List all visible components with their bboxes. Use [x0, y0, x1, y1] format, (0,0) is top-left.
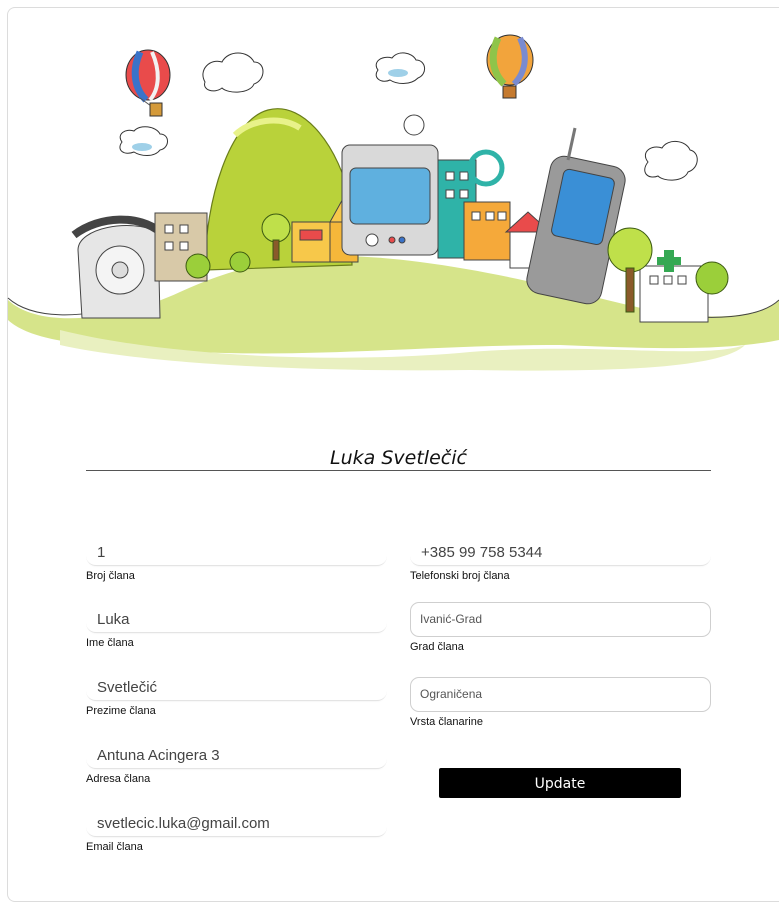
- phone-label: Telefonski broj člana: [410, 570, 510, 582]
- city-input[interactable]: Ivanić-Grad: [410, 602, 711, 637]
- member-number-label: Broj člana: [86, 570, 135, 582]
- first-name-label: Ime člana: [86, 637, 134, 649]
- tree-3: [695, 261, 729, 295]
- tree-1: [261, 213, 291, 243]
- building-orange: [463, 201, 511, 261]
- address-label: Adresa člana: [86, 773, 151, 785]
- email-label: Email člana: [86, 841, 143, 853]
- last-name-label: Prezime člana: [86, 705, 156, 717]
- town-illustration: [7, 34, 779, 371]
- cloud-1: [202, 52, 264, 93]
- member-number-group: 1 Broj člana: [86, 540, 387, 582]
- balloon-right: [486, 34, 534, 99]
- membership-type-label: Vrsta članarine: [410, 716, 483, 728]
- last-name-group: Svetlečić Prezime člana: [86, 675, 387, 717]
- first-name-input[interactable]: Luka: [86, 607, 387, 633]
- address-input[interactable]: Antuna Acingera 3: [86, 743, 387, 769]
- title-divider: [86, 470, 711, 471]
- phone-input[interactable]: +385 99 758 5344: [410, 540, 711, 566]
- building-yellow: [291, 221, 333, 263]
- member-number-input[interactable]: 1: [86, 540, 387, 566]
- first-name-group: Luka Ime člana: [86, 607, 387, 649]
- update-button[interactable]: Update: [439, 768, 681, 798]
- cloud-3: [119, 126, 168, 156]
- balloon-left: [125, 49, 171, 117]
- last-name-input[interactable]: Svetlečić: [86, 675, 387, 701]
- address-group: Antuna Acingera 3 Adresa člana: [86, 743, 387, 785]
- telephone: [71, 215, 163, 319]
- membership-type-input[interactable]: Ograničena: [410, 677, 711, 712]
- phone-group: +385 99 758 5344 Telefonski broj člana: [410, 540, 711, 582]
- city-group: Ivanić-Grad Grad člana: [410, 602, 711, 653]
- email-group: svetlecic.luka@gmail.com Email člana: [86, 811, 387, 853]
- membership-type-group: Ograničena Vrsta članarine: [410, 677, 711, 728]
- tree-2: [607, 227, 653, 273]
- cloud-2: [375, 52, 425, 84]
- email-input[interactable]: svetlecic.luka@gmail.com: [86, 811, 387, 837]
- city-label: Grad člana: [410, 641, 464, 653]
- cloud-4: [644, 141, 698, 181]
- mobile-phone: [526, 127, 626, 305]
- member-name-title: Luka Svetlečić: [330, 447, 467, 469]
